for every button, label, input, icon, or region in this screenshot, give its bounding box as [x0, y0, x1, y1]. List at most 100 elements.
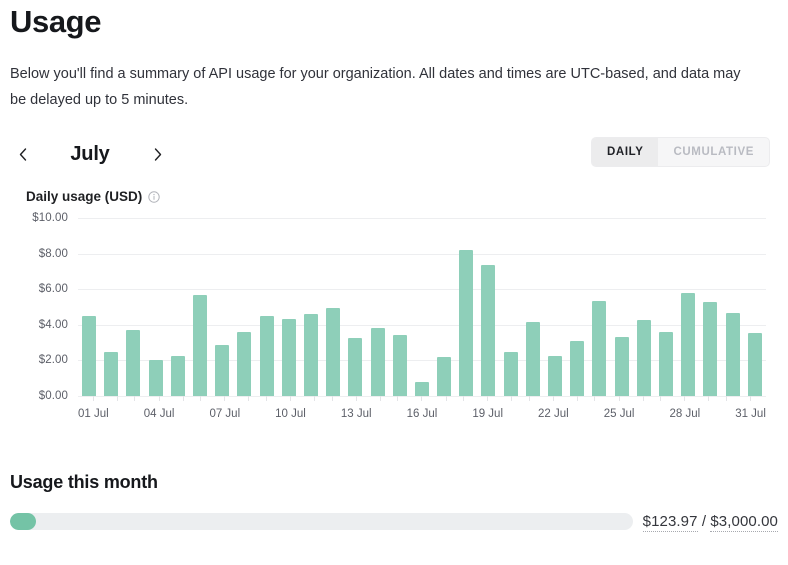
x-tick-slot: 04 Jul — [143, 396, 175, 420]
x-tick-mark — [708, 396, 710, 401]
chart-bar[interactable] — [370, 328, 385, 396]
bar-slot — [322, 218, 344, 396]
chart-bar[interactable] — [392, 334, 407, 396]
chart-bar[interactable] — [259, 315, 274, 396]
view-mode-toggle-group: DAILY CUMULATIVE — [591, 137, 770, 167]
usage-limit-amount[interactable]: $3,000.00 — [710, 513, 778, 532]
chart-bar[interactable] — [437, 356, 452, 396]
chart-bar[interactable] — [658, 331, 673, 396]
chart-bar[interactable] — [148, 360, 163, 396]
chart-bar[interactable] — [215, 345, 230, 396]
x-tick-mark — [660, 396, 662, 401]
x-tick-slot: 13 Jul — [341, 396, 372, 420]
next-month-button[interactable] — [144, 141, 170, 167]
chart-bar[interactable] — [525, 322, 540, 396]
bar-slot — [233, 218, 255, 396]
x-tick-mark — [750, 396, 752, 401]
chart-bar[interactable] — [82, 315, 97, 396]
chart-bar[interactable] — [681, 292, 696, 396]
bar-slot — [544, 218, 566, 396]
x-tick-slot — [503, 396, 521, 420]
x-tick-mark — [576, 396, 578, 401]
chart-title: Daily usage (USD) — [26, 189, 143, 204]
x-tick-slot — [700, 396, 718, 420]
chart-bar[interactable] — [281, 319, 296, 396]
chart-bar[interactable] — [126, 330, 141, 396]
y-axis-tick-label: $8.00 — [38, 247, 68, 260]
previous-month-button[interactable] — [10, 141, 36, 167]
x-tick-mark — [618, 396, 620, 401]
chart-bar[interactable] — [614, 337, 629, 396]
bar-slot — [189, 218, 211, 396]
x-tick-mark — [463, 396, 465, 401]
usage-progress-bar — [10, 513, 633, 530]
bar-slot — [655, 218, 677, 396]
x-axis-tick-label: 31 Jul — [735, 408, 766, 420]
bar-slot — [344, 218, 366, 396]
tab-cumulative[interactable]: CUMULATIVE — [658, 138, 769, 166]
bar-slot — [588, 218, 610, 396]
bar-slot — [633, 218, 655, 396]
bar-slot — [522, 218, 544, 396]
chart-bar[interactable] — [592, 300, 607, 396]
bar-slot — [211, 218, 233, 396]
month-selector: July — [10, 141, 170, 167]
x-axis-tick-label: 22 Jul — [538, 408, 569, 420]
y-axis-tick-label: $6.00 — [38, 283, 68, 296]
y-axis-tick-label: $10.00 — [32, 212, 68, 224]
chart-bar[interactable] — [481, 265, 496, 396]
chart-bar[interactable] — [193, 295, 208, 396]
chart-bar[interactable] — [326, 307, 341, 396]
x-tick-slot: 10 Jul — [275, 396, 306, 420]
chart-bar[interactable] — [414, 381, 429, 396]
info-circle-icon[interactable] — [148, 190, 160, 203]
bar-slot — [145, 218, 167, 396]
usage-progress-fill — [10, 513, 36, 530]
chart-bar[interactable] — [725, 313, 740, 396]
y-axis-tick-label: $2.00 — [38, 354, 68, 367]
page-description: Below you'll find a summary of API usage… — [10, 66, 741, 108]
bar-slot — [256, 218, 278, 396]
chart-bar[interactable] — [548, 355, 563, 396]
chart-bar[interactable] — [703, 301, 718, 396]
x-tick-mark — [182, 396, 184, 401]
x-axis-tick-label: 04 Jul — [143, 408, 175, 420]
chart-bar[interactable] — [459, 250, 474, 396]
chart-bar[interactable] — [237, 331, 252, 396]
month-navigation-row: July DAILY CUMULATIVE — [10, 137, 778, 171]
x-tick-slot — [389, 396, 407, 420]
x-tick-mark — [331, 396, 333, 401]
bar-slot — [167, 218, 189, 396]
usage-current-amount[interactable]: $123.97 — [642, 513, 698, 532]
bar-slot — [300, 218, 322, 396]
x-tick-mark — [355, 396, 357, 401]
chart-title-row: Daily usage (USD) — [10, 189, 778, 204]
x-tick-mark — [528, 396, 530, 401]
x-tick-slot — [652, 396, 670, 420]
chart-bar[interactable] — [348, 338, 363, 396]
bar-slot — [677, 218, 699, 396]
usage-separator: / — [697, 513, 711, 530]
tab-daily[interactable]: DAILY — [592, 138, 659, 166]
x-tick-slot: 07 Jul — [209, 396, 240, 420]
chart-bar[interactable] — [636, 320, 651, 396]
chart-bar[interactable] — [747, 332, 762, 396]
x-tick-slot — [437, 396, 455, 420]
chart-x-axis: 01 Jul 04 Jul 07 Jul 10 Jul 13 Jul 16 Jul 19 J… — [78, 396, 766, 422]
chart-bar[interactable] — [570, 340, 585, 396]
bar-slot — [721, 218, 743, 396]
x-tick-slot — [634, 396, 652, 420]
x-tick-mark — [265, 396, 267, 401]
chart-bar[interactable] — [104, 352, 119, 396]
chevron-left-icon — [17, 147, 30, 162]
chart-bar[interactable] — [303, 314, 318, 396]
x-axis-tick-label: 16 Jul — [406, 408, 438, 420]
x-tick-slot — [258, 396, 276, 420]
x-tick-slot — [521, 396, 539, 420]
x-tick-mark — [314, 396, 316, 401]
chart-bar[interactable] — [503, 352, 518, 396]
chart-bar[interactable] — [170, 355, 185, 396]
chart-plot-area: $10.00 $8.00 $6.00 $4.00 $2.00 $0.00 — [32, 212, 766, 402]
current-month-label: July — [70, 142, 110, 165]
y-axis-tick-label: $4.00 — [38, 318, 68, 331]
